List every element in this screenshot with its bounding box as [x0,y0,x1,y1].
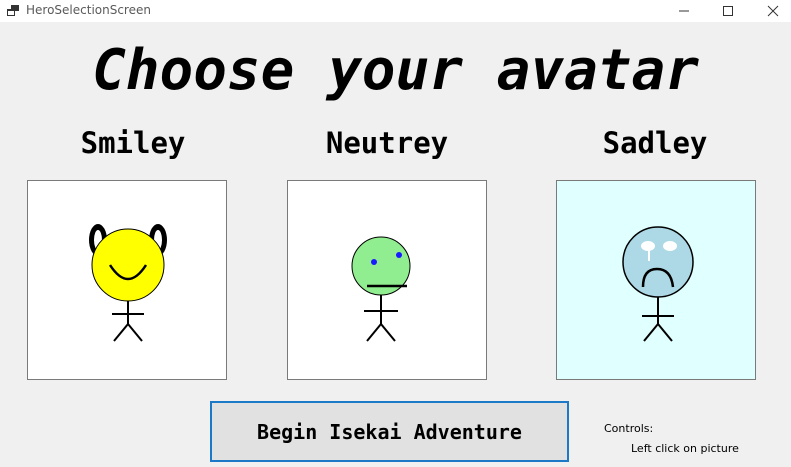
controls-text: Left click on picture [631,442,739,455]
avatar-card-sadley[interactable] [556,180,756,380]
minimize-icon [679,10,689,12]
controls-label: Controls: [604,422,654,435]
begin-adventure-button[interactable]: Begin Isekai Adventure [210,401,569,462]
maximize-icon [723,6,733,16]
avatar-name-neutrey: Neutrey [325,126,449,160]
close-button[interactable] [750,0,791,22]
close-icon [767,5,779,17]
window-title: HeroSelectionScreen [26,3,151,17]
page-title: Choose your avatar [92,38,699,103]
app-window-icon [7,5,19,16]
avatar-name-smiley: Smiley [80,126,186,160]
avatar-card-neutrey[interactable] [287,180,487,380]
avatar-name-sadley: Sadley [602,126,708,160]
smiley-avatar-icon [89,224,167,342]
avatar-card-smiley[interactable] [27,180,227,380]
minimize-button[interactable] [661,0,707,22]
window-title-bar: HeroSelectionScreen [0,0,791,22]
sad-avatar-icon [622,226,694,342]
neutral-avatar-icon [351,236,411,342]
maximize-button[interactable] [705,0,751,22]
begin-adventure-label: Begin Isekai Adventure [257,419,522,444]
